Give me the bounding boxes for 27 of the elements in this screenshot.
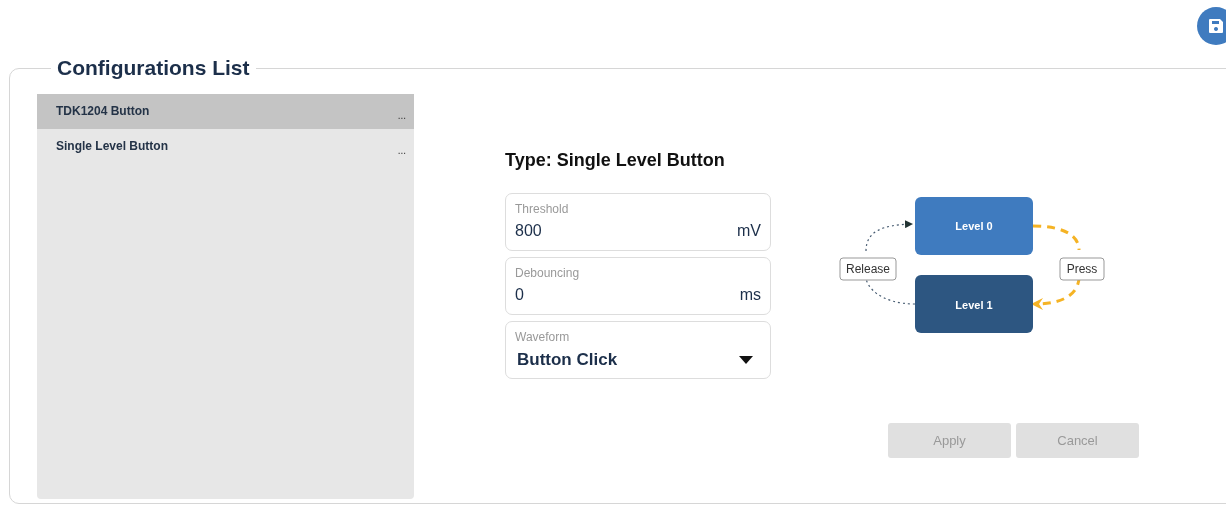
level-label: Level 0 <box>955 220 993 232</box>
input-field[interactable]: Debouncing 0 ms <box>505 257 771 315</box>
edge-label-box <box>839 257 897 281</box>
configuration-item[interactable]: TDK1204 Button ... <box>37 94 414 129</box>
more-menu[interactable]: ... <box>397 139 406 164</box>
unit-label: ms <box>739 286 761 304</box>
press-label: Press <box>1066 262 1098 276</box>
field-label: Debouncing <box>515 266 581 280</box>
input-field[interactable]: Threshold 800 mV <box>505 193 771 251</box>
release-label: Release <box>846 262 890 276</box>
edge-label-box <box>1059 257 1105 281</box>
unit-label: mV <box>737 222 761 240</box>
type-title: Type: Single Level Button <box>505 150 726 171</box>
save-button[interactable] <box>1197 7 1226 45</box>
configuration-name: Single Level Button <box>56 139 168 155</box>
field-value: 0 <box>515 286 524 304</box>
field-value: 800 <box>515 222 542 240</box>
level-label: Level 1 <box>955 299 993 311</box>
configuration-item[interactable]: Single Level Button ... <box>37 129 414 164</box>
field-value: Button Click <box>517 350 618 370</box>
field-label: Waveform <box>515 330 571 344</box>
select-field[interactable]: Waveform Button Click <box>505 321 771 379</box>
section-title: Configurations List <box>56 56 251 80</box>
caret-icon <box>739 356 753 364</box>
configuration-name: TDK1204 Button <box>56 104 150 120</box>
more-menu[interactable]: ... <box>397 104 406 129</box>
field-label: Threshold <box>515 202 570 216</box>
